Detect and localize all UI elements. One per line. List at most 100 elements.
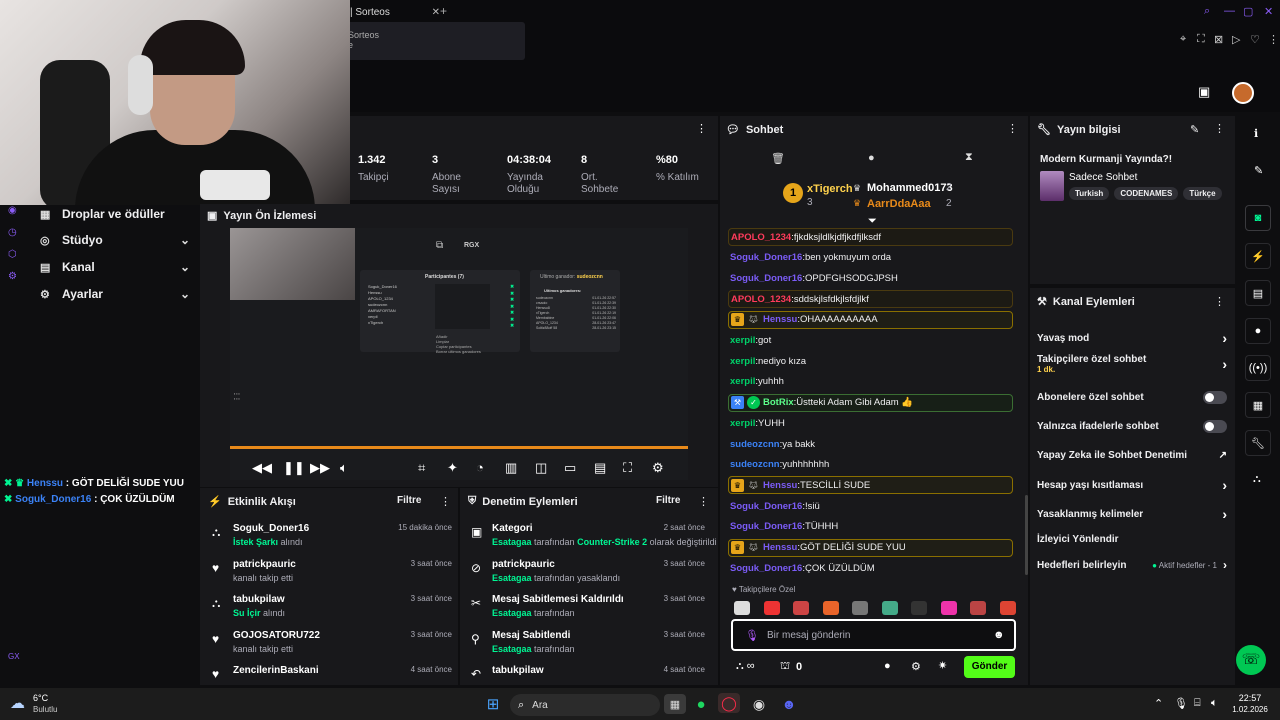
dropdown-item[interactable]: Sorteos <box>348 30 520 40</box>
modlog-target[interactable]: tabukpilaw <box>492 665 544 676</box>
activity-item[interactable]: ♥ GOJOSATORU722 kanalı takip etti 3 saat ön… <box>212 630 452 664</box>
activity-item[interactable]: ♥ ZencilerinBaskani 4 saat önce <box>212 665 452 699</box>
activity-button[interactable]: ⛬ <box>1253 473 1261 486</box>
activity-more-icon[interactable]: ⋮ <box>440 495 451 508</box>
toggle-switch[interactable] <box>1203 419 1227 433</box>
steam-icon[interactable]: ◉ <box>748 694 770 714</box>
close-tab-icon[interactable]: ✕ <box>432 7 440 18</box>
maximize-icon[interactable]: ▢ <box>1243 5 1253 18</box>
close-window-icon[interactable]: ✕ <box>1264 5 1273 18</box>
modlog-actor[interactable]: Esatagaa <box>492 573 532 583</box>
progress-bar[interactable] <box>230 446 688 449</box>
trash-icon[interactable]: 🗑︎ <box>771 152 785 165</box>
support-button[interactable]: ☏ <box>1236 645 1266 675</box>
channel-action-2[interactable]: Abonelere özel sohbet <box>1037 386 1227 408</box>
chat-username[interactable]: xerpil <box>730 356 755 367</box>
chat-settings-icon[interactable]: ● <box>884 660 891 672</box>
gamepad-icon[interactable]: ▣ <box>1198 84 1210 100</box>
info-more-icon[interactable]: ⋮ <box>1214 122 1225 135</box>
activity-user[interactable]: tabukpilaw <box>233 594 285 605</box>
emote-icon[interactable] <box>911 601 927 615</box>
hourglass-icon[interactable]: ⧗ <box>965 151 973 164</box>
modlog-actor[interactable]: Esatagaa <box>492 537 532 547</box>
emote-icon[interactable] <box>940 601 957 615</box>
chat-more-icon[interactable]: ⋮ <box>1007 122 1018 135</box>
emote-icon[interactable] <box>822 601 839 615</box>
emote-icon[interactable] <box>852 601 868 615</box>
channel-action-7[interactable]: İzleyici Yönlendir <box>1037 528 1227 550</box>
chat-button[interactable]: ● <box>1245 318 1271 344</box>
rail-icon-4[interactable]: ⚙ <box>8 271 17 282</box>
caption-icon[interactable]: ▤ <box>594 460 606 476</box>
modlog-item[interactable]: ✂ Mesaj Sabitlemesi Kaldırıldı Esatagaa ta… <box>471 594 705 628</box>
new-tab-button[interactable]: + <box>440 4 447 18</box>
activity-user[interactable]: ZencilerinBaskani <box>233 665 319 676</box>
tag[interactable]: CODENAMES <box>1114 187 1179 200</box>
pencil-icon[interactable]: ✎ <box>1254 164 1263 177</box>
modlog-item[interactable]: ▣ Kategori Esatagaa tarafından Counter-Str… <box>471 523 717 557</box>
channel-actions-more-icon[interactable]: ⋮ <box>1214 295 1225 308</box>
menu-icon[interactable]: ⋮ <box>1268 33 1279 46</box>
points-icon[interactable]: ⛬ ∞ <box>736 660 755 673</box>
modlog-target[interactable]: Mesaj Sabitlemesi Kaldırıldı <box>492 594 624 605</box>
replay-icon[interactable]: ◔ <box>476 460 484 475</box>
modlog-target[interactable]: patrickpauric <box>492 559 555 570</box>
screenshot-icon[interactable]: ⛶ <box>1197 33 1205 46</box>
activity-item[interactable]: ⛬ tabukpilaw Su İçir alındı 3 saat önce <box>212 594 452 628</box>
modlog-item[interactable]: ↶ tabukpilaw 4 saat önce <box>471 665 705 699</box>
emote-icon[interactable] <box>734 601 750 615</box>
weather-icon[interactable]: ☁ <box>10 694 25 712</box>
wrench-button[interactable]: 🔧︎ <box>1245 430 1271 456</box>
chat-username[interactable]: Henssu <box>763 314 797 325</box>
activity-user[interactable]: Soguk_Doner16 <box>233 523 309 534</box>
activity-item[interactable]: ♥ patrickpauric kanalı takip etti 3 saat ön… <box>212 559 452 593</box>
search-icon[interactable]: ⌕ <box>1204 5 1210 18</box>
activity-user[interactable]: patrickpauric <box>233 559 296 570</box>
rail-icon-2[interactable]: ◷ <box>8 227 17 238</box>
moderation-button[interactable]: ▦ <box>1245 392 1271 418</box>
rewind-icon[interactable]: ◀◀ <box>252 460 272 476</box>
nav-item-studio[interactable]: ◎ Stüdyo ⌄ <box>40 229 190 251</box>
edit-icon[interactable]: ✎ <box>1190 123 1199 136</box>
channel-action-5[interactable]: Hesap yaşı kısıtlaması › <box>1037 474 1227 496</box>
gear-icon[interactable]: ⚙ <box>652 460 664 476</box>
sparkle-icon[interactable]: ✦ <box>447 460 458 476</box>
clock-time[interactable]: 22:57 <box>1233 693 1267 703</box>
clipboard-button[interactable]: ▤ <box>1245 280 1271 306</box>
gift-icon[interactable]: ⛫ <box>780 660 790 674</box>
discord-icon[interactable]: ☻ <box>778 694 800 714</box>
activity-item[interactable]: ⛬ Soguk_Doner16 İstek Şarkı alındı 15 dakik… <box>212 523 452 557</box>
activity-filter-button[interactable]: Filtre <box>397 495 421 506</box>
chat-username[interactable]: Soguk_Doner16 <box>730 273 802 284</box>
chat-username[interactable]: BotRix <box>763 397 794 408</box>
channel-action-0[interactable]: Yavaş mod › <box>1037 327 1227 349</box>
chat-username[interactable]: Soguk_Doner16 <box>730 252 802 263</box>
sticker-icon[interactable]: ✷ <box>938 659 947 672</box>
crop-icon[interactable]: ⌗ <box>418 460 425 476</box>
rail-icon-1[interactable]: ◉ <box>8 205 17 216</box>
modlog-target[interactable]: Kategori <box>492 523 533 534</box>
filter-icon[interactable]: ⏷ <box>868 215 877 228</box>
send-button[interactable]: Gönder <box>964 656 1015 678</box>
tab-dropdown[interactable]: Sorteos e <box>343 22 525 60</box>
chat-username[interactable]: xerpil <box>730 335 755 346</box>
emote-icon[interactable] <box>881 601 898 615</box>
leader1-name[interactable]: xTigerch <box>807 183 853 195</box>
info-icon[interactable]: ℹ <box>1254 127 1258 140</box>
stats-more-icon[interactable]: ⋮ <box>696 122 707 135</box>
toggle-switch[interactable] <box>1203 390 1227 404</box>
gear-icon[interactable]: ⚙ <box>911 660 921 673</box>
video-player[interactable]: ⧉ RGX Participantes (7) Soguk_Doner16 Hen… <box>230 228 688 480</box>
lightning-button[interactable]: ⚡ <box>1245 243 1271 269</box>
channel-action-8[interactable]: Hedefleri belirleyin ● Aktif hedefler - 1… <box>1037 554 1227 576</box>
tray-chevron-icon[interactable]: ⌃ <box>1154 697 1163 710</box>
chat-username[interactable]: APOLO_1234 <box>731 232 791 243</box>
chat-username[interactable]: Henssu <box>763 542 797 553</box>
mic-tray-icon[interactable]: 🎙︎ <box>1174 697 1188 710</box>
opera-gx-icon[interactable]: ◯ <box>718 693 740 713</box>
theater-icon[interactable]: ▭ <box>564 460 576 476</box>
network-icon[interactable]: ⌸ <box>1194 697 1201 710</box>
avatar[interactable] <box>1232 82 1254 104</box>
channel-action-1[interactable]: Takipçilere özel sohbet 1 dk. › <box>1037 353 1227 375</box>
emote-icon[interactable] <box>970 601 986 615</box>
